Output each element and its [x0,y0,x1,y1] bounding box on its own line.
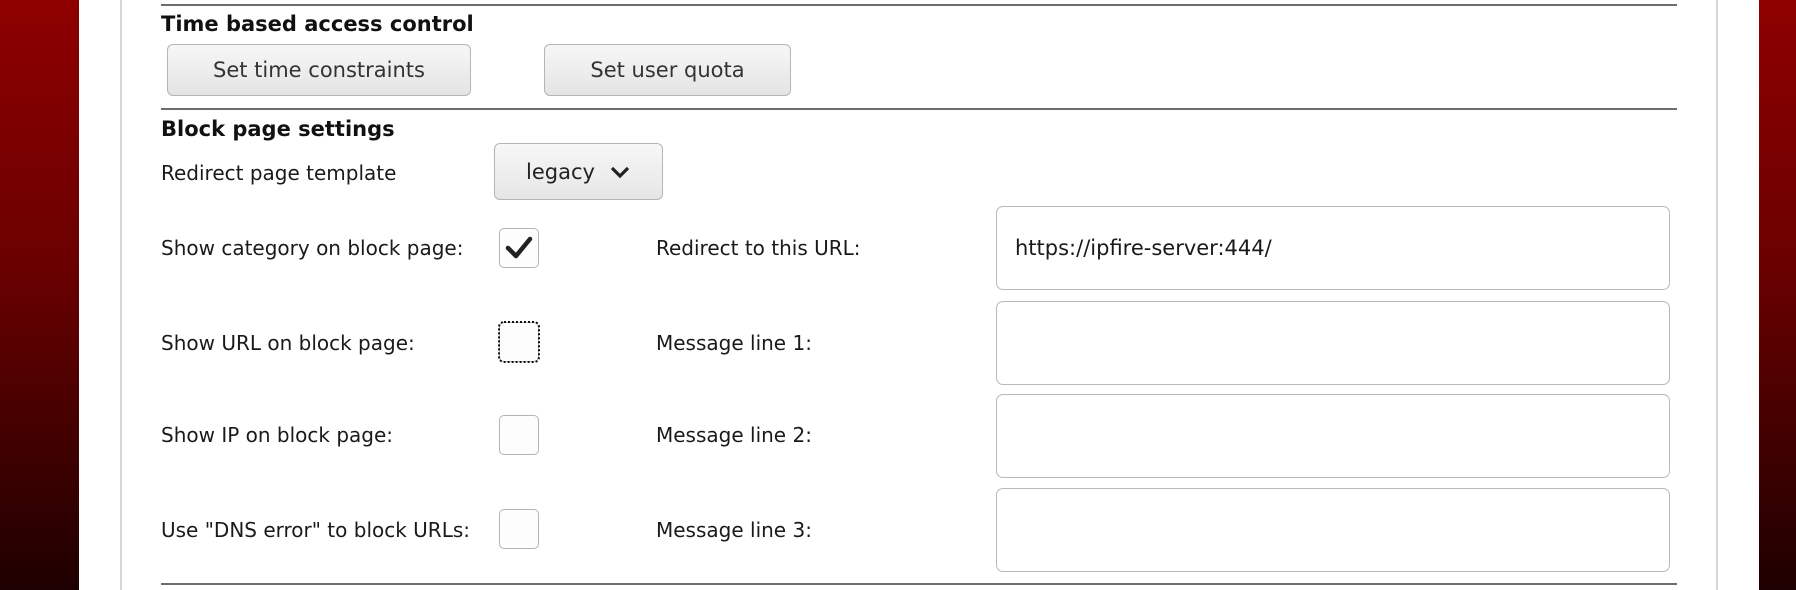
dns-error-label: Use "DNS error" to block URLs: [161,518,471,542]
message-line-1-label: Message line 1: [656,331,812,355]
time-access-heading: Time based access control [161,12,474,36]
redirect-template-value: legacy [526,159,595,184]
section-divider-bottom [161,583,1677,585]
show-category-label: Show category on block page: [161,236,464,260]
show-url-label: Show URL on block page: [161,331,415,355]
message-line-3-label: Message line 3: [656,518,812,542]
set-time-constraints-button[interactable]: Set time constraints [167,44,471,96]
show-ip-label: Show IP on block page: [161,423,394,447]
chevron-down-icon [610,166,630,178]
redirect-template-label: Redirect page template [161,161,397,185]
block-page-heading: Block page settings [161,117,395,141]
section-divider-middle [161,108,1677,110]
section-divider-top [161,4,1677,6]
set-user-quota-button[interactable]: Set user quota [544,44,791,96]
redirect-template-select[interactable]: legacy [494,143,663,200]
redirect-url-input[interactable] [996,206,1670,290]
show-category-checkbox[interactable] [499,228,539,268]
message-line-1-input[interactable] [996,301,1670,385]
message-line-3-input[interactable] [996,488,1670,572]
show-url-checkbox[interactable] [498,321,540,363]
check-icon [505,236,533,259]
message-line-2-input[interactable] [996,394,1670,478]
redirect-url-label: Redirect to this URL: [656,236,861,260]
message-line-2-label: Message line 2: [656,423,812,447]
show-ip-checkbox[interactable] [499,415,539,455]
dns-error-checkbox[interactable] [499,509,539,549]
